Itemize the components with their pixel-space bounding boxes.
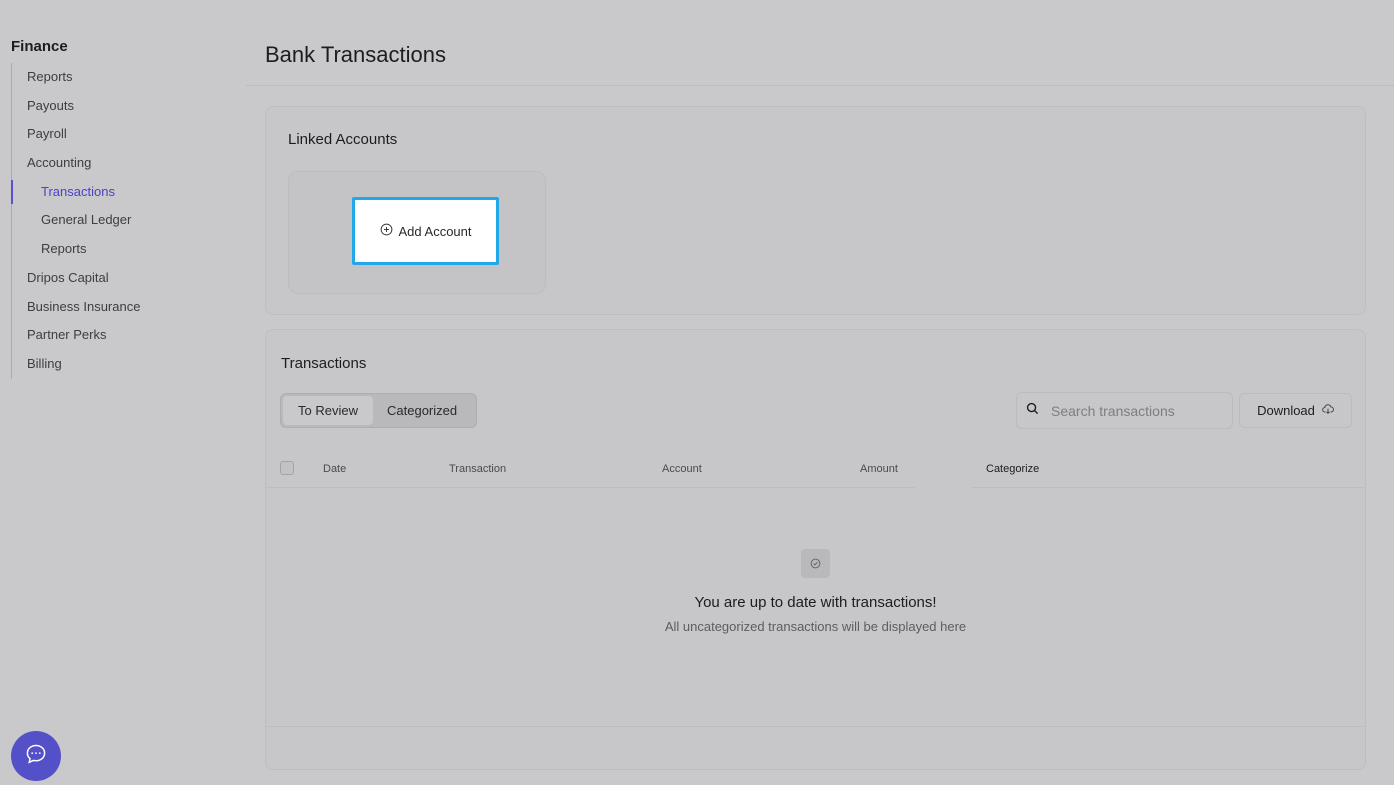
plus-circle-icon xyxy=(380,223,393,239)
sidebar-item-general-ledger[interactable]: General Ledger xyxy=(12,206,231,235)
empty-state-subtitle: All uncategorized transactions will be d… xyxy=(664,619,967,634)
column-amount[interactable]: Amount xyxy=(860,463,898,475)
header-divider xyxy=(971,487,1365,488)
linked-accounts-title: Linked Accounts xyxy=(288,131,398,148)
column-date[interactable]: Date xyxy=(323,463,346,475)
column-account[interactable]: Account xyxy=(662,463,702,475)
sidebar-item-transactions[interactable]: Transactions xyxy=(11,178,231,207)
sidebar-item-reports[interactable]: Reports xyxy=(12,63,231,92)
page-header: Bank Transactions xyxy=(246,0,1394,86)
sidebar: Finance Reports Payouts Payroll Accounti… xyxy=(0,0,246,785)
header-divider xyxy=(266,487,915,488)
add-account-button[interactable]: Add Account xyxy=(352,197,499,265)
download-label: Download xyxy=(1257,403,1315,418)
sidebar-item-billing[interactable]: Billing xyxy=(12,350,231,379)
add-account-tile: Add Account xyxy=(288,171,546,294)
tab-to-review[interactable]: To Review xyxy=(283,396,373,425)
download-button[interactable]: Download xyxy=(1239,393,1352,428)
check-circle-icon xyxy=(801,549,830,578)
sidebar-item-business-insurance[interactable]: Business Insurance xyxy=(12,293,231,322)
sidebar-item-payroll[interactable]: Payroll xyxy=(12,120,231,149)
transactions-tabs: To Review Categorized xyxy=(280,393,477,428)
table-header: Date Transaction Account Amount Categori… xyxy=(266,451,1365,488)
chat-bubble-icon xyxy=(24,742,48,771)
linked-accounts-card: Linked Accounts Add Account xyxy=(265,106,1366,315)
sidebar-title: Finance xyxy=(11,38,68,55)
search-input[interactable] xyxy=(1051,402,1221,419)
transactions-card: Transactions To Review Categorized Downl… xyxy=(265,329,1366,770)
add-account-label: Add Account xyxy=(398,223,472,239)
table-footer-divider xyxy=(266,726,1365,727)
cloud-download-icon xyxy=(1322,403,1334,418)
sidebar-item-partner-perks[interactable]: Partner Perks xyxy=(12,321,231,350)
tab-categorized[interactable]: Categorized xyxy=(373,396,471,425)
empty-state-title: You are up to date with transactions! xyxy=(694,594,937,611)
sidebar-item-dripos-capital[interactable]: Dripos Capital xyxy=(12,264,231,293)
column-categorize: Categorize xyxy=(986,463,1040,475)
chat-button[interactable] xyxy=(11,731,61,781)
search-icon xyxy=(1026,402,1039,420)
sidebar-item-payouts[interactable]: Payouts xyxy=(12,92,231,121)
search-box[interactable] xyxy=(1016,392,1233,429)
sidebar-nav: Reports Payouts Payroll Accounting Trans… xyxy=(11,63,231,379)
select-all-checkbox[interactable] xyxy=(280,461,294,475)
transactions-title: Transactions xyxy=(281,355,367,372)
sidebar-item-accounting[interactable]: Accounting xyxy=(12,149,231,178)
page-title: Bank Transactions xyxy=(265,42,446,67)
sidebar-item-accounting-reports[interactable]: Reports xyxy=(12,235,231,264)
column-transaction[interactable]: Transaction xyxy=(449,463,506,475)
